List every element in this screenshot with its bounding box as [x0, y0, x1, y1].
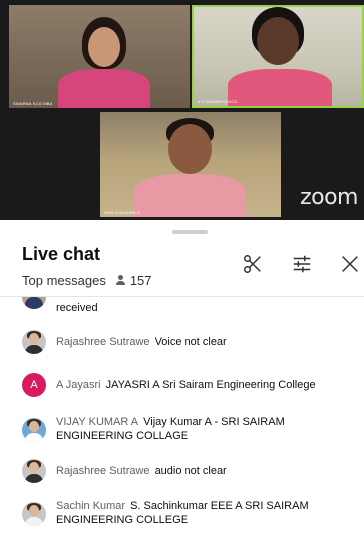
chat-mode-selector[interactable]: Top messages 157: [22, 273, 152, 288]
participant-name: SWARNA KCG MBA: [13, 101, 53, 106]
participant-video-tile[interactable]: SIVA CHANDRA S: [100, 112, 281, 217]
live-chat-panel: Live chat Top messages 157 received Raja…: [0, 220, 364, 536]
message-author: VIJAY KUMAR A: [56, 416, 139, 428]
close-icon: [342, 256, 358, 272]
chat-title: Live chat: [22, 244, 101, 264]
close-button[interactable]: [338, 252, 362, 276]
chat-message[interactable]: received: [22, 297, 352, 315]
drag-handle[interactable]: [172, 230, 208, 234]
message-author: Rajashree Sutrawe: [56, 465, 150, 477]
avatar: [22, 330, 46, 354]
scissors-icon: [244, 255, 261, 273]
avatar: A: [22, 373, 46, 397]
participant-video-tile[interactable]: SWARNA KCG MBA: [9, 5, 190, 108]
message-author: A Jayasri: [56, 379, 101, 391]
avatar: [22, 502, 46, 526]
participant-name: K V DAVARIYA KCG: [198, 99, 238, 104]
zoom-video-area: SWARNA KCG MBA K V DAVARIYA KCG SIVA CHA…: [0, 0, 364, 220]
chat-message[interactable]: VIJAY KUMAR A Vijay Kumar A - SRI SAIRAM …: [22, 413, 352, 443]
message-text: audio not clear: [154, 465, 227, 477]
chat-message[interactable]: A A Jayasri JAYASRI A Sri Sairam Engineer…: [22, 373, 352, 397]
sliders-icon: [293, 255, 311, 273]
avatar: [22, 297, 46, 309]
avatar: [22, 418, 46, 442]
viewer-count: 157: [129, 273, 152, 288]
message-text: JAYASRI A Sri Sairam Engineering College: [105, 379, 316, 391]
chat-settings-button[interactable]: [290, 252, 314, 276]
chat-mode-label: Top messages: [22, 273, 106, 288]
zoom-logo: zoom: [300, 185, 358, 210]
avatar: [22, 459, 46, 483]
chat-message-list[interactable]: received Rajashree Sutrawe Voice not clea…: [0, 297, 364, 536]
message-author: Rajashree Sutrawe: [56, 336, 150, 348]
participant-name: SIVA CHANDRA S: [104, 210, 140, 215]
clip-button[interactable]: [241, 252, 265, 276]
message-text: Voice not clear: [154, 336, 227, 348]
active-speaker-video-tile[interactable]: K V DAVARIYA KCG: [192, 5, 364, 108]
chat-message[interactable]: Rajashree Sutrawe audio not clear: [22, 459, 352, 483]
chat-message[interactable]: Rajashree Sutrawe Voice not clear: [22, 330, 352, 354]
person-icon: [114, 274, 127, 287]
message-author: Sachin Kumar: [56, 500, 126, 512]
message-text: received: [56, 302, 98, 314]
chat-message[interactable]: Sachin Kumar S. Sachinkumar EEE A SRI SAI…: [22, 497, 352, 527]
